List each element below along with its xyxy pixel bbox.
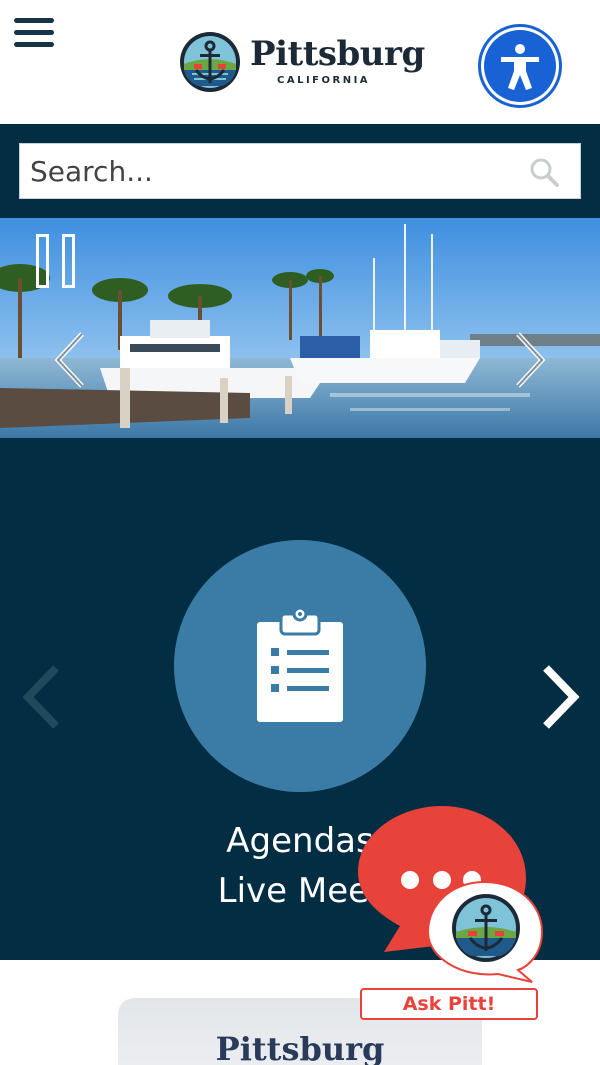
chevron-left-icon[interactable]: [20, 664, 64, 730]
search-icon[interactable]: [528, 156, 560, 188]
logo-emblem-icon: [180, 32, 240, 92]
search-box: [19, 143, 581, 199]
accessibility-icon: [501, 44, 539, 90]
pause-icon[interactable]: [36, 234, 78, 290]
accessibility-button[interactable]: [478, 24, 562, 108]
logo-subtitle: CALIFORNIA: [277, 75, 371, 86]
footer-logo-name: Pittsburg: [215, 1030, 385, 1065]
ask-pitt-chat-widget[interactable]: Ask Pitt!: [358, 806, 544, 1022]
menu-icon[interactable]: [14, 18, 56, 48]
hero-image-marina: [0, 218, 600, 438]
quick-link-agendas[interactable]: [174, 540, 426, 792]
site-header: Pittsburg CALIFORNIA: [0, 0, 600, 124]
search-bar: [0, 124, 600, 218]
ask-pitt-label[interactable]: Ask Pitt!: [360, 988, 538, 1020]
chat-bubble-icon: [358, 806, 544, 983]
chevron-right-icon[interactable]: [538, 664, 582, 730]
clipboard-list-icon: [257, 608, 343, 722]
logo-name: Pittsburg: [250, 34, 425, 74]
site-logo[interactable]: Pittsburg CALIFORNIA: [178, 30, 428, 96]
chevron-right-icon[interactable]: [510, 330, 550, 390]
hero-slider: [0, 218, 600, 438]
search-input[interactable]: [30, 144, 510, 198]
chevron-left-icon[interactable]: [50, 330, 90, 390]
